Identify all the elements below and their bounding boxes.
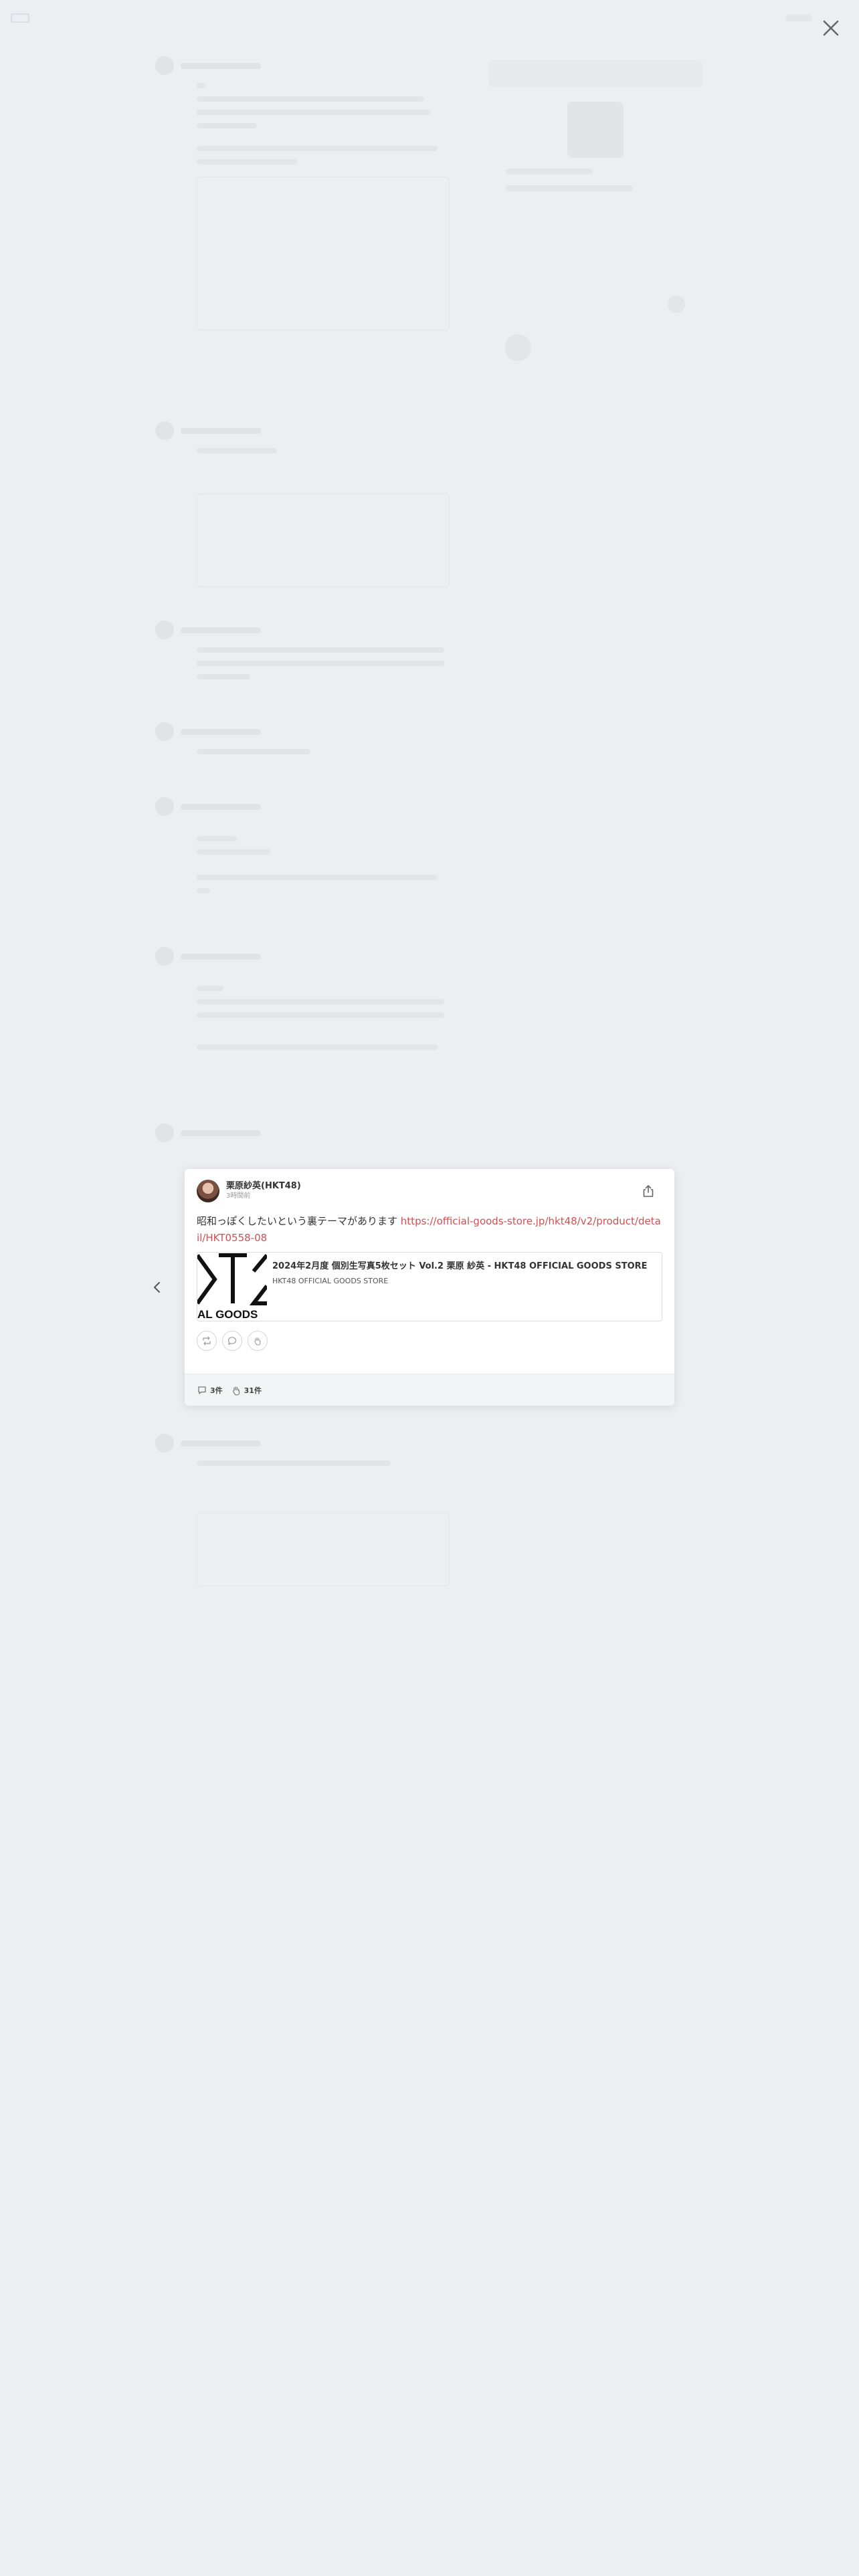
author-name[interactable]: 栗原紗英(HKT48) — [226, 1181, 301, 1192]
replies-count-text: 3件 — [210, 1386, 223, 1395]
close-button[interactable] — [818, 15, 844, 41]
feed-post — [155, 722, 450, 754]
reaction-icon — [254, 1337, 261, 1346]
link-preview-title: 2024年2月度 個別生写真5枚セット Vol.2 栗原 紗英 - HKT48 … — [272, 1261, 648, 1271]
feed-post — [155, 947, 450, 1050]
feed-post — [155, 421, 450, 587]
reaction-count-icon — [232, 1386, 240, 1395]
reactions-count[interactable]: 31件 — [231, 1385, 262, 1396]
page: 栗原紗英(HKT48) 3時間前 昭和っぽくしたいという裏テーマがあります️ h… — [0, 0, 859, 2576]
reply-count-icon — [198, 1386, 206, 1394]
stats-bar: 3件 31件 — [185, 1374, 674, 1406]
link-preview-thumbnail: AL GOODS — [197, 1253, 267, 1321]
header-placeholder — [785, 15, 812, 21]
feed-post — [155, 621, 450, 679]
app-logo-icon — [11, 13, 29, 23]
sidebar-avatar — [504, 334, 531, 361]
reply-button[interactable] — [222, 1331, 242, 1351]
share-icon — [643, 1185, 654, 1197]
action-row — [197, 1331, 662, 1351]
post-header: 栗原紗英(HKT48) 3時間前 — [197, 1180, 662, 1202]
close-icon — [823, 20, 839, 36]
repost-button[interactable] — [197, 1331, 217, 1351]
sidebar-button — [668, 296, 685, 313]
feed-post — [155, 56, 450, 330]
feed-post — [155, 1123, 450, 1142]
thumb-text: AL GOODS — [197, 1308, 258, 1321]
previous-post-button[interactable] — [147, 1277, 167, 1297]
reaction-button[interactable] — [248, 1331, 268, 1351]
feed-post — [155, 797, 450, 893]
avatar[interactable] — [197, 1180, 219, 1202]
reply-icon — [227, 1337, 237, 1345]
share-button[interactable] — [640, 1182, 657, 1200]
hkt48-goods-logo-icon: AL GOODS — [197, 1253, 267, 1321]
chevron-left-icon — [154, 1282, 160, 1293]
post-timestamp: 3時間前 — [226, 1192, 251, 1200]
sidebar — [488, 60, 702, 191]
post-text: 昭和っぽくしたいという裏テーマがあります️ https://official-g… — [197, 1213, 662, 1247]
feed-post — [155, 1434, 450, 1586]
link-preview-site: HKT48 OFFICIAL GOODS STORE — [272, 1277, 389, 1285]
link-preview-card[interactable]: AL GOODS 2024年2月度 個別生写真5枚セット Vol.2 栗原 紗英… — [197, 1252, 662, 1321]
repost-icon — [203, 1336, 211, 1346]
post-detail-card: 栗原紗英(HKT48) 3時間前 昭和っぽくしたいという裏テーマがあります️ h… — [185, 1169, 674, 1406]
replies-count[interactable]: 3件 — [197, 1385, 223, 1396]
post-body: 昭和っぽくしたいという裏テーマがあります — [197, 1215, 398, 1227]
reactions-count-text: 31件 — [244, 1386, 262, 1395]
